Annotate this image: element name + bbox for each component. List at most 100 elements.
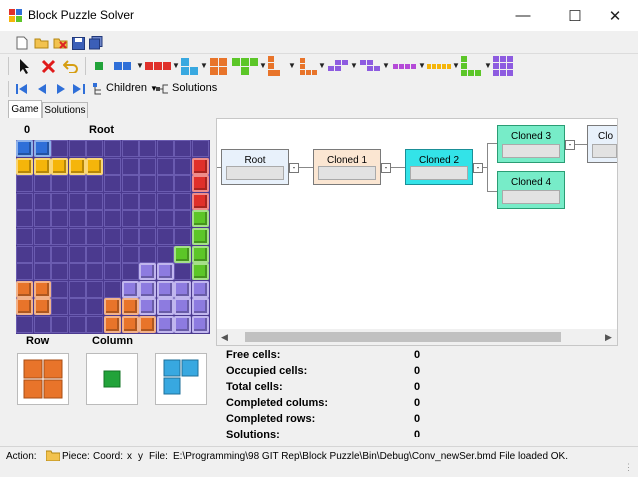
board-cell[interactable] [86, 140, 104, 157]
board-cell[interactable] [51, 140, 69, 157]
board-cell[interactable] [104, 263, 121, 281]
game-board[interactable] [16, 140, 210, 334]
solutions-button[interactable]: Solutions [172, 82, 217, 94]
scrollbar-thumb[interactable] [245, 332, 561, 342]
board-block[interactable] [174, 298, 192, 316]
last-icon[interactable] [71, 81, 87, 97]
piece-s-dropdown[interactable]: ▼ [350, 61, 358, 70]
board-cell[interactable] [156, 157, 174, 175]
board-cell[interactable] [16, 210, 33, 228]
board-cell[interactable] [104, 192, 121, 210]
board-cell[interactable] [51, 316, 69, 333]
close-button[interactable]: ✕ [592, 0, 638, 31]
board-cell[interactable] [174, 263, 192, 281]
resize-grip[interactable]: ⋮ [624, 462, 633, 473]
board-block[interactable] [16, 280, 33, 298]
board-block[interactable] [156, 316, 174, 333]
collapse-icon[interactable]: - [381, 163, 391, 173]
board-cell[interactable] [156, 192, 174, 210]
undo-icon[interactable] [62, 57, 80, 75]
board-cell[interactable] [104, 280, 121, 298]
board-block[interactable] [139, 280, 157, 298]
board-block[interactable] [51, 157, 69, 175]
tree-node-cloned-5[interactable]: Clo [587, 125, 617, 163]
piece-1x2-icon[interactable] [113, 59, 133, 73]
board-cell[interactable] [121, 140, 139, 157]
board-cell[interactable] [16, 175, 33, 193]
board-cell[interactable] [104, 175, 121, 193]
horizontal-scrollbar[interactable]: ◀ ▶ [217, 329, 617, 345]
board-cell[interactable] [68, 280, 86, 298]
scroll-left-icon[interactable]: ◀ [221, 332, 228, 343]
board-cell[interactable] [121, 175, 139, 193]
children-dropdown[interactable]: Children ▼ [106, 82, 158, 94]
board-cell[interactable] [121, 192, 139, 210]
piece-1x4-dropdown[interactable]: ▼ [418, 61, 426, 70]
board-cell[interactable] [86, 245, 104, 263]
board-cell[interactable] [86, 228, 104, 245]
board-cell[interactable] [156, 228, 174, 245]
board-cell[interactable] [121, 228, 139, 245]
piece-preview-1[interactable] [17, 353, 69, 405]
board-cell[interactable] [16, 192, 33, 210]
board-block[interactable] [156, 263, 174, 281]
board-cell[interactable] [68, 316, 86, 333]
board-cell[interactable] [86, 263, 104, 281]
piece-1x2-dropdown[interactable]: ▼ [136, 61, 144, 70]
pointer-icon[interactable] [16, 57, 34, 75]
board-cell[interactable] [86, 298, 104, 316]
board-cell[interactable] [68, 245, 86, 263]
board-cell[interactable] [86, 210, 104, 228]
piece-l-dropdown[interactable]: ▼ [288, 61, 296, 70]
board-block[interactable] [104, 316, 121, 333]
next-icon[interactable] [53, 81, 69, 97]
board-cell[interactable] [104, 157, 121, 175]
board-cell[interactable] [139, 157, 157, 175]
board-block[interactable] [192, 175, 209, 193]
piece-t-dropdown[interactable]: ▼ [259, 61, 267, 70]
board-cell[interactable] [192, 140, 209, 157]
board-cell[interactable] [121, 263, 139, 281]
tree-node-cloned-4[interactable]: Cloned 4 [497, 171, 565, 209]
piece-corner-dropdown[interactable]: ▼ [484, 61, 492, 70]
board-block[interactable] [121, 298, 139, 316]
board-cell[interactable] [68, 192, 86, 210]
board-block[interactable] [16, 298, 33, 316]
piece-s-icon[interactable] [328, 57, 348, 75]
board-cell[interactable] [139, 245, 157, 263]
board-block[interactable] [33, 280, 51, 298]
board-cell[interactable] [68, 175, 86, 193]
board-cell[interactable] [51, 298, 69, 316]
piece-3x3-icon[interactable] [493, 56, 513, 76]
board-cell[interactable] [33, 316, 51, 333]
minimize-button[interactable]: — [500, 0, 546, 31]
board-block[interactable] [174, 245, 192, 263]
piece-z-icon[interactable] [360, 57, 380, 75]
board-cell[interactable] [139, 175, 157, 193]
piece-1x1-icon[interactable] [92, 59, 106, 73]
board-cell[interactable] [16, 263, 33, 281]
tab-game[interactable]: Game [8, 100, 42, 118]
open-folder-icon[interactable] [33, 35, 49, 51]
board-block[interactable] [16, 157, 33, 175]
board-cell[interactable] [174, 157, 192, 175]
board-cell[interactable] [33, 192, 51, 210]
first-icon[interactable] [14, 81, 30, 97]
board-cell[interactable] [104, 228, 121, 245]
board-block[interactable] [192, 192, 209, 210]
board-cell[interactable] [51, 263, 69, 281]
piece-l3-dropdown[interactable]: ▼ [200, 61, 208, 70]
piece-1x5-icon[interactable] [427, 59, 451, 73]
board-block[interactable] [104, 298, 121, 316]
board-cell[interactable] [68, 210, 86, 228]
board-cell[interactable] [156, 140, 174, 157]
board-cell[interactable] [121, 245, 139, 263]
delete-icon[interactable] [39, 57, 57, 75]
piece-z-dropdown[interactable]: ▼ [382, 61, 390, 70]
close-file-icon[interactable] [52, 35, 68, 51]
board-cell[interactable] [51, 175, 69, 193]
tree-node-cloned-2[interactable]: Cloned 2 [405, 149, 473, 185]
board-block[interactable] [33, 140, 51, 157]
board-block[interactable] [156, 298, 174, 316]
board-cell[interactable] [51, 210, 69, 228]
